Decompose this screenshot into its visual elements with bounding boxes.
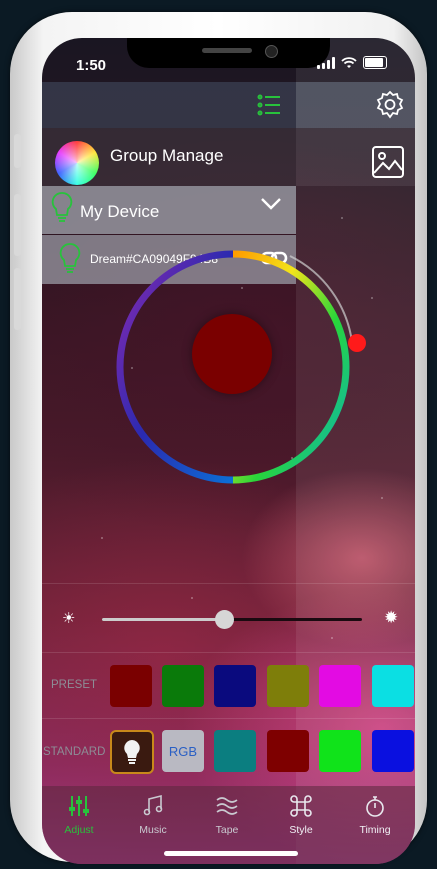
tab-style-label: Style bbox=[289, 824, 313, 836]
preset-swatch[interactable] bbox=[267, 665, 309, 707]
screen: 1:50 Group Manage My Device Dream#CA0904… bbox=[42, 38, 415, 864]
signal-icon bbox=[317, 57, 335, 69]
divider bbox=[42, 652, 415, 653]
brightness-slider[interactable] bbox=[102, 610, 362, 629]
standard-label: STANDARD bbox=[43, 746, 106, 758]
standard-swatch[interactable] bbox=[319, 730, 361, 772]
rgb-button[interactable]: RGB bbox=[162, 730, 204, 772]
chevron-down-icon[interactable] bbox=[260, 197, 282, 211]
list-icon[interactable] bbox=[256, 92, 282, 118]
preset-swatch[interactable] bbox=[372, 665, 414, 707]
music-icon bbox=[143, 794, 163, 816]
color-ball-icon bbox=[55, 141, 99, 185]
device-bulb-icon bbox=[59, 243, 81, 273]
image-icon[interactable] bbox=[371, 145, 405, 179]
divider bbox=[42, 583, 415, 584]
color-wheel-thumb[interactable] bbox=[348, 334, 366, 352]
tab-tape-label: Tape bbox=[215, 824, 239, 836]
battery-icon bbox=[363, 56, 387, 69]
tab-adjust[interactable]: Adjust bbox=[42, 786, 116, 864]
standard-swatch[interactable] bbox=[267, 730, 309, 772]
standard-swatch[interactable] bbox=[372, 730, 414, 772]
preset-swatch[interactable] bbox=[110, 665, 152, 707]
preset-label: PRESET bbox=[51, 679, 98, 691]
status-time: 1:50 bbox=[76, 57, 107, 74]
tab-adjust-label: Adjust bbox=[64, 824, 94, 836]
command-icon bbox=[290, 795, 312, 817]
wifi-icon bbox=[341, 57, 357, 68]
preset-swatch[interactable] bbox=[162, 665, 204, 707]
standard-swatch[interactable] bbox=[214, 730, 256, 772]
tab-timing-label: Timing bbox=[359, 824, 391, 836]
selected-color-dot bbox=[192, 314, 272, 394]
mute-switch bbox=[14, 134, 21, 168]
warm-white-button[interactable] bbox=[110, 730, 154, 774]
volume-down-button bbox=[14, 268, 21, 330]
status-icons bbox=[317, 56, 387, 69]
tab-timing[interactable]: Timing bbox=[338, 786, 412, 864]
gear-icon[interactable] bbox=[375, 90, 405, 120]
tape-icon bbox=[216, 797, 238, 815]
bulb-icon bbox=[51, 192, 73, 222]
device-group-label: My Device bbox=[80, 202, 160, 221]
stopwatch-icon bbox=[366, 796, 384, 817]
brightness-slider-fill bbox=[102, 618, 225, 621]
lightbulb-icon bbox=[124, 740, 140, 764]
home-indicator bbox=[164, 851, 298, 856]
preset-swatch[interactable] bbox=[214, 665, 256, 707]
top-bar bbox=[42, 82, 415, 128]
divider bbox=[42, 718, 415, 719]
sliders-icon bbox=[69, 796, 89, 816]
sun-bright-icon: ✹ bbox=[384, 608, 399, 627]
sun-dim-icon: ☀ bbox=[62, 610, 76, 627]
tab-music-label: Music bbox=[139, 824, 167, 836]
preset-swatch[interactable] bbox=[319, 665, 361, 707]
phone-frame: 1:50 Group Manage My Device Dream#CA0904… bbox=[10, 12, 427, 864]
group-manage-label: Group Manage bbox=[110, 146, 224, 165]
status-bar: 1:50 bbox=[42, 38, 415, 82]
volume-up-button bbox=[14, 194, 21, 256]
